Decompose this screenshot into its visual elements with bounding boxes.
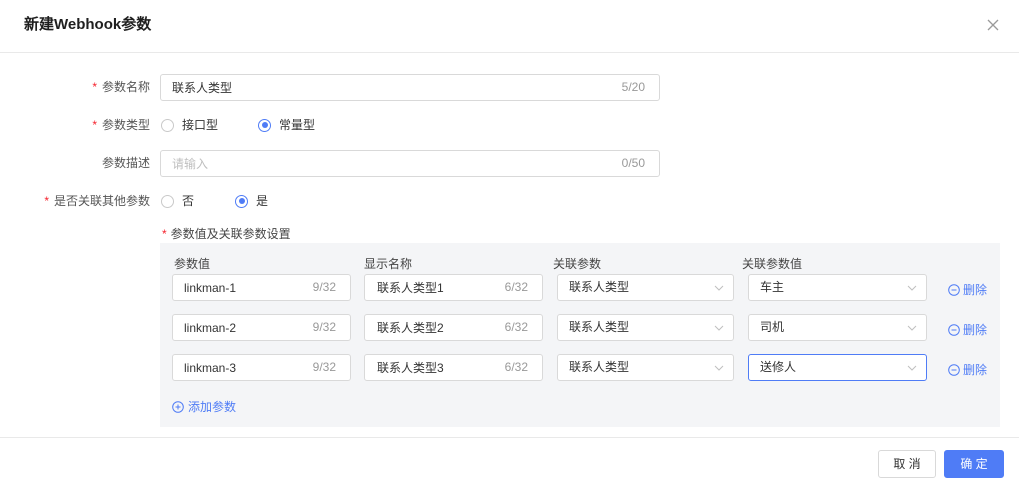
param-value-input[interactable] — [184, 275, 294, 300]
delete-row-button[interactable]: 删除 — [948, 282, 987, 298]
related-param-value: 联系人类型 — [569, 320, 630, 334]
new-webhook-param-dialog: 新建Webhook参数 * 参数名称 5/20 * 参数类型 接口型 常量型 参数描… — [0, 0, 1019, 486]
footer-divider — [0, 437, 1019, 438]
link-other-label-text: 是否关联其他参数 — [53, 194, 150, 208]
param-desc-input[interactable] — [172, 151, 572, 176]
radio-circle — [161, 118, 174, 132]
related-value-select[interactable]: 送修人 — [748, 354, 927, 381]
minus-circle-icon — [948, 364, 960, 376]
delete-label: 删除 — [963, 323, 988, 337]
radio-label: 否 — [182, 194, 195, 208]
radio-circle — [235, 194, 248, 208]
required-mark: * — [92, 118, 97, 132]
required-mark: * — [44, 194, 49, 208]
related-param-select[interactable]: 联系人类型 — [557, 274, 734, 301]
param-desc-label: 参数描述 — [101, 156, 150, 170]
param-value-input[interactable] — [184, 355, 294, 380]
param-type-label: * 参数类型 — [0, 117, 150, 133]
related-value-value: 车主 — [760, 280, 785, 294]
param-desc-field: 0/50 — [160, 150, 660, 177]
link-other-label: * 是否关联其他参数 — [0, 193, 150, 209]
values-section-label: * 参数值及关联参数设置 — [160, 226, 291, 242]
values-section-label-text: 参数值及关联参数设置 — [170, 227, 291, 241]
display-name-input[interactable] — [377, 355, 487, 380]
param-value-field: 9/32 — [172, 354, 351, 381]
column-header-related-param: 关联参数 — [553, 257, 602, 271]
param-value-field: 9/32 — [172, 314, 351, 341]
radio-label: 常量型 — [279, 118, 316, 132]
display-name-counter: 6/32 — [504, 320, 528, 334]
param-name-label-text: 参数名称 — [101, 80, 150, 94]
radio-circle — [161, 194, 174, 208]
required-mark: * — [162, 227, 167, 241]
dialog-title: 新建Webhook参数 — [24, 16, 152, 33]
param-value-counter: 9/32 — [312, 280, 336, 294]
column-header-value: 参数值 — [174, 257, 211, 271]
related-value-value: 司机 — [760, 320, 785, 334]
display-name-counter: 6/32 — [504, 280, 528, 294]
related-value-value: 送修人 — [760, 360, 797, 374]
required-mark: * — [92, 80, 97, 94]
chevron-down-icon — [907, 325, 917, 331]
close-button[interactable] — [985, 17, 1001, 33]
chevron-down-icon — [714, 285, 724, 291]
param-value-counter: 9/32 — [312, 360, 336, 374]
confirm-button[interactable]: 确 定 — [944, 450, 1004, 478]
radio-interface-type[interactable]: 接口型 — [161, 117, 218, 133]
chevron-down-icon — [907, 285, 917, 291]
param-name-label: * 参数名称 — [0, 79, 150, 95]
column-header-related-value: 关联参数值 — [742, 257, 803, 271]
add-param-button[interactable]: 添加参数 — [172, 399, 236, 415]
param-type-label-text: 参数类型 — [101, 118, 150, 132]
param-desc-counter: 0/50 — [621, 156, 645, 170]
param-value-field: 9/32 — [172, 274, 351, 301]
param-name-input[interactable] — [172, 75, 572, 100]
radio-circle — [258, 118, 271, 132]
close-icon — [987, 19, 999, 31]
values-panel: 参数值 显示名称 关联参数 关联参数值 9/32 6/32 联系人类型 车主 删… — [160, 243, 1000, 427]
display-name-counter: 6/32 — [504, 360, 528, 374]
param-value-counter: 9/32 — [312, 320, 336, 334]
param-value-input[interactable] — [184, 315, 294, 340]
chevron-down-icon — [907, 365, 917, 371]
related-param-select[interactable]: 联系人类型 — [557, 354, 734, 381]
display-name-input[interactable] — [377, 275, 487, 300]
display-name-field: 6/32 — [364, 314, 543, 341]
chevron-down-icon — [714, 325, 724, 331]
cancel-button[interactable]: 取 消 — [878, 450, 936, 478]
display-name-field: 6/32 — [364, 274, 543, 301]
delete-row-button[interactable]: 删除 — [948, 362, 987, 378]
related-param-value: 联系人类型 — [569, 280, 630, 294]
related-param-select[interactable]: 联系人类型 — [557, 314, 734, 341]
display-name-field: 6/32 — [364, 354, 543, 381]
related-param-value: 联系人类型 — [569, 360, 630, 374]
related-value-select[interactable]: 司机 — [748, 314, 927, 341]
minus-circle-icon — [948, 324, 960, 336]
related-value-select[interactable]: 车主 — [748, 274, 927, 301]
param-name-counter: 5/20 — [621, 80, 645, 94]
add-param-label: 添加参数 — [188, 400, 237, 414]
delete-label: 删除 — [963, 363, 988, 377]
radio-link-yes[interactable]: 是 — [235, 193, 268, 209]
minus-circle-icon — [948, 284, 960, 296]
delete-row-button[interactable]: 删除 — [948, 322, 987, 338]
column-header-display-name: 显示名称 — [364, 257, 413, 271]
delete-label: 删除 — [963, 283, 988, 297]
plus-circle-icon — [172, 401, 184, 413]
radio-link-no[interactable]: 否 — [161, 193, 194, 209]
param-name-field: 5/20 — [160, 74, 660, 101]
radio-label: 是 — [256, 194, 269, 208]
chevron-down-icon — [714, 365, 724, 371]
display-name-input[interactable] — [377, 315, 487, 340]
header-divider — [0, 52, 1019, 53]
radio-label: 接口型 — [182, 118, 219, 132]
radio-constant-type[interactable]: 常量型 — [258, 117, 315, 133]
